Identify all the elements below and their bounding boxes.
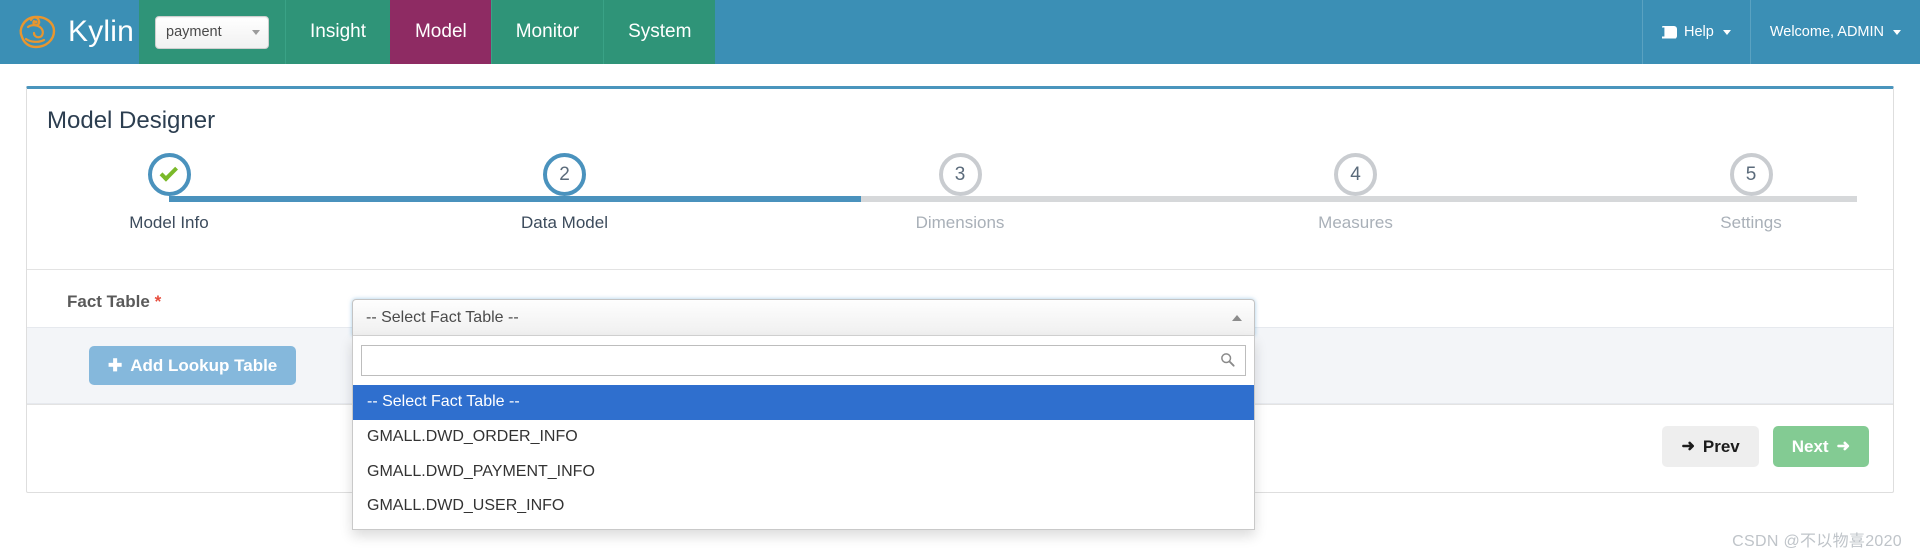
brand-name: Kylin — [68, 15, 135, 48]
kylin-logo-icon — [19, 15, 56, 49]
brand[interactable]: Kylin — [0, 0, 139, 64]
add-lookup-table-label: Add Lookup Table — [130, 356, 278, 375]
caret-down-icon — [1722, 29, 1731, 35]
wizard-step-4-label: Measures — [1318, 213, 1393, 232]
fact-table-search-wrap — [353, 345, 1254, 385]
wizard-step-measures[interactable]: 4 Measures — [1276, 153, 1436, 269]
nav-tab-insight-label: Insight — [310, 21, 366, 42]
navbar-spacer — [715, 0, 1643, 64]
project-selector-wrap: payment — [139, 0, 285, 64]
wizard-step-5-number: 5 — [1745, 164, 1757, 185]
caret-down-icon — [1893, 29, 1901, 35]
chevron-down-icon — [252, 29, 260, 35]
nav-tab-system-label: System — [628, 21, 692, 42]
footer-buttons: ➜ Prev Next ➜ — [1662, 426, 1869, 467]
next-button-label: Next — [1791, 437, 1829, 456]
required-asterisk: * — [154, 292, 162, 311]
nav-tab-monitor-label: Monitor — [515, 21, 580, 42]
wizard-step-4-circle: 4 — [1334, 153, 1377, 196]
chevron-up-icon — [1232, 314, 1242, 321]
wizard-step-data-model[interactable]: 2 Data Model — [485, 153, 645, 269]
wizard-step-2-number: 2 — [559, 164, 570, 185]
wizard-step-1-label: Model Info — [129, 213, 209, 232]
wizard-step-2-circle: 2 — [543, 153, 586, 196]
fact-table-select-trigger[interactable]: -- Select Fact Table -- — [352, 299, 1255, 336]
wizard-step-4-number: 4 — [1350, 164, 1361, 185]
navbar-right: Help Welcome, ADMIN — [1642, 0, 1920, 64]
project-selector-value: payment — [166, 24, 222, 40]
help-menu-label: Help — [1684, 24, 1714, 40]
nav-tab-insight[interactable]: Insight — [285, 0, 390, 64]
plus-icon: ✚ — [108, 356, 123, 375]
user-menu[interactable]: Welcome, ADMIN — [1749, 0, 1920, 64]
fact-table-option-payment-info[interactable]: GMALL.DWD_PAYMENT_INFO — [353, 455, 1254, 490]
wizard-step-5-label: Settings — [1720, 213, 1782, 232]
wizard-steps: Model Info 2 Data Model 3 Dimensions 4 M… — [89, 153, 1857, 269]
wizard-step-5-circle: 5 — [1729, 153, 1773, 196]
fact-table-option-order-info-label: GMALL.DWD_ORDER_INFO — [367, 427, 578, 445]
wizard-step-3-circle: 3 — [938, 153, 982, 196]
add-lookup-table-button[interactable]: ✚ Add Lookup Table — [89, 346, 297, 385]
user-menu-label: Welcome, ADMIN — [1769, 24, 1884, 40]
wizard-step-2-label: Data Model — [521, 213, 608, 232]
arrow-right-icon: ➜ — [1836, 437, 1850, 455]
fact-table-option-placeholder[interactable]: -- Select Fact Table -- — [353, 385, 1254, 420]
prev-button[interactable]: ➜ Prev — [1662, 426, 1759, 467]
fact-table-select: -- Select Fact Table -- -- Select Fact T… — [352, 299, 1255, 531]
fact-table-label-text: Fact Table — [67, 292, 150, 311]
book-icon — [1662, 26, 1677, 39]
main-nav-tabs: Insight Model Monitor System — [285, 0, 716, 64]
nav-tab-system[interactable]: System — [603, 0, 716, 64]
next-button[interactable]: Next ➜ — [1772, 426, 1869, 467]
fact-table-option-user-info[interactable]: GMALL.DWD_USER_INFO — [353, 489, 1254, 524]
nav-tab-model[interactable]: Model — [389, 0, 491, 64]
prev-button-label: Prev — [1702, 437, 1740, 456]
nav-tab-model-label: Model — [414, 21, 467, 42]
fact-table-select-menu: -- Select Fact Table -- GMALL.DWD_ORDER_… — [352, 336, 1255, 531]
fact-table-option-order-info[interactable]: GMALL.DWD_ORDER_INFO — [353, 420, 1254, 455]
arrow-left-icon: ➜ — [1681, 437, 1695, 455]
fact-table-option-placeholder-label: -- Select Fact Table -- — [367, 393, 520, 410]
help-menu[interactable]: Help — [1642, 0, 1750, 64]
wizard-step-1-circle — [147, 153, 191, 196]
fact-table-label: Fact Table * — [67, 292, 161, 312]
page-title: Model Designer — [47, 107, 216, 134]
project-selector[interactable]: payment — [155, 15, 269, 49]
fact-table-option-payment-info-label: GMALL.DWD_PAYMENT_INFO — [367, 462, 595, 480]
fact-table-option-user-info-label: GMALL.DWD_USER_INFO — [367, 497, 565, 515]
check-icon — [159, 163, 178, 182]
wizard-step-dimensions[interactable]: 3 Dimensions — [880, 153, 1040, 269]
fact-table-select-value: -- Select Fact Table -- — [366, 308, 519, 326]
fact-table-search-input[interactable] — [361, 345, 1246, 376]
nav-tab-monitor[interactable]: Monitor — [490, 0, 604, 64]
watermark: CSDN @不以物喜2020 — [1732, 533, 1902, 550]
top-navbar: Kylin payment Insight Model Monitor Syst… — [0, 0, 1920, 64]
wizard-step-model-info[interactable]: Model Info — [89, 153, 249, 269]
wizard-step-3-label: Dimensions — [915, 213, 1005, 232]
wizard-step-3-number: 3 — [954, 164, 966, 185]
wizard-step-settings[interactable]: 5 Settings — [1671, 153, 1831, 269]
